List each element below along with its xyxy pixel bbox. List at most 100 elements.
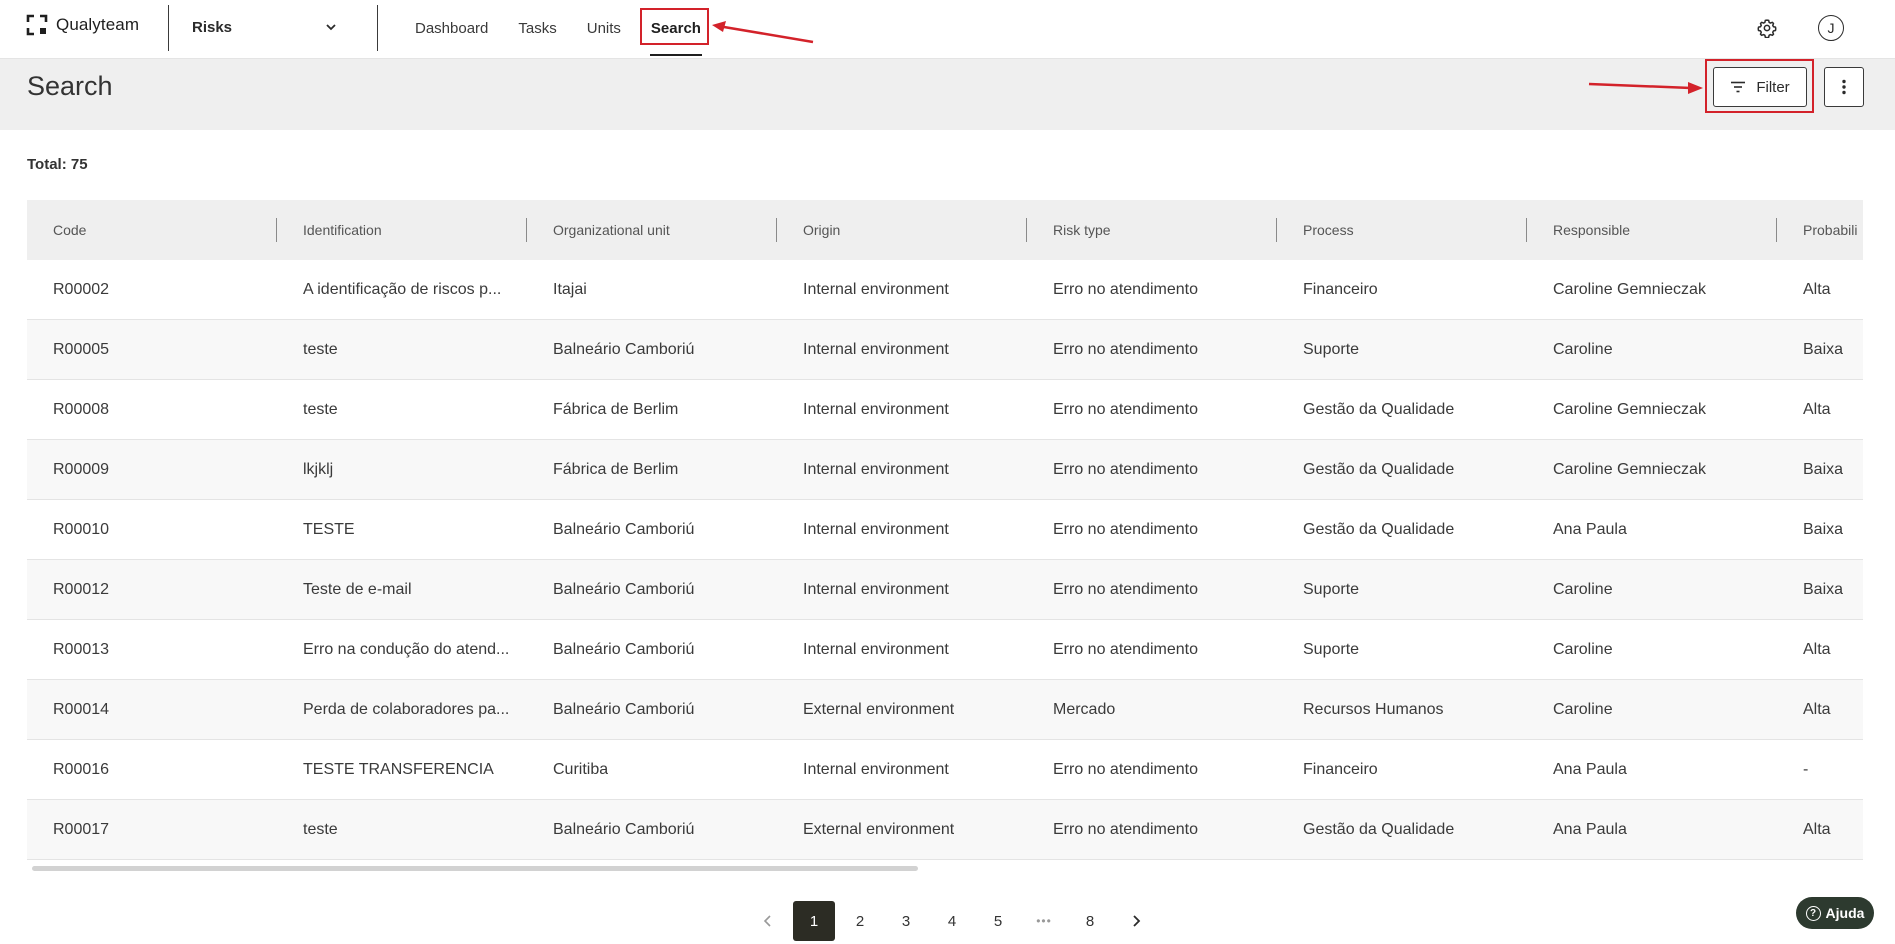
cell-process: Financeiro — [1277, 260, 1527, 320]
cell-text: Erro no atendimento — [1053, 641, 1198, 658]
nav-dashboard[interactable]: Dashboard — [400, 0, 503, 56]
page-button[interactable]: 8 — [1067, 901, 1113, 941]
cell-responsible: Caroline — [1527, 620, 1777, 680]
cell-origin: Internal environment — [777, 440, 1027, 500]
cell-responsible: Ana Paula — [1527, 500, 1777, 560]
column-header-identification[interactable]: Identification — [277, 200, 527, 260]
help-button[interactable]: ? Ajuda — [1796, 897, 1874, 929]
table-header: Code Identification Organizational unit Ori… — [27, 200, 1863, 260]
cell-text: Alta — [1803, 401, 1831, 418]
cell-text: Alta — [1803, 701, 1831, 718]
chevron-right-icon — [1133, 915, 1141, 927]
cell-process: Suporte — [1277, 620, 1527, 680]
cell-code: R00002 — [27, 260, 277, 320]
cell-code: R00012 — [27, 560, 277, 620]
page-button[interactable]: 5 — [975, 901, 1021, 941]
cell-text: Erro no atendimento — [1053, 341, 1198, 358]
risks-table: Code Identification Organizational unit Ori… — [27, 200, 1863, 865]
cell-identification: teste — [277, 380, 527, 440]
page-button[interactable]: 4 — [929, 901, 975, 941]
table-row[interactable]: R00002 A identificação de riscos p... Itaj… — [27, 260, 1863, 320]
cell-text: Caroline Gemnieczak — [1553, 281, 1706, 298]
table-row[interactable]: R00013 Erro na condução do atend... Balneá… — [27, 620, 1863, 680]
cell-text: Financeiro — [1303, 761, 1378, 778]
cell-organizational-unit: Balneário Camboriú — [527, 500, 777, 560]
qualyteam-logo-icon — [26, 14, 48, 36]
horizontal-scrollbar[interactable] — [32, 866, 918, 871]
column-header-organizational-unit[interactable]: Organizational unit — [527, 200, 777, 260]
gear-icon — [1757, 19, 1777, 38]
brand-logo[interactable]: Qualyteam — [26, 14, 139, 36]
column-header-process[interactable]: Process — [1277, 200, 1527, 260]
cell-text: teste — [303, 401, 338, 418]
table-row[interactable]: R00017 teste Balneário Camboriú External en… — [27, 800, 1863, 860]
cell-text: Alta — [1803, 281, 1831, 298]
page-button[interactable]: 3 — [883, 901, 929, 941]
column-header-origin[interactable]: Origin — [777, 200, 1027, 260]
more-vertical-icon — [1842, 79, 1846, 95]
chevron-left-icon — [763, 915, 771, 927]
cell-process: Suporte — [1277, 320, 1527, 380]
cell-text: teste — [303, 821, 338, 838]
user-menu-button[interactable]: J — [1816, 13, 1846, 43]
cell-text: TESTE — [303, 521, 355, 538]
filter-icon — [1731, 81, 1746, 93]
column-header-probability[interactable]: Probabili — [1777, 200, 1863, 260]
table-row[interactable]: R00008 teste Fábrica de Berlim Internal env… — [27, 380, 1863, 440]
page-button[interactable]: 2 — [837, 901, 883, 941]
cell-process: Financeiro — [1277, 740, 1527, 800]
cell-responsible: Caroline Gemnieczak — [1527, 260, 1777, 320]
more-options-button[interactable] — [1824, 67, 1864, 107]
cell-responsible: Caroline Gemnieczak — [1527, 380, 1777, 440]
table-row[interactable]: R00016 TESTE TRANSFERENCIA Curitiba Interna… — [27, 740, 1863, 800]
cell-process: Gestão da Qualidade — [1277, 440, 1527, 500]
cell-text: Baixa — [1803, 521, 1844, 538]
column-header-code[interactable]: Code — [27, 200, 277, 260]
cell-text: Internal environment — [803, 761, 949, 778]
table-row[interactable]: R00010 TESTE Balneário Camboriú Internal en… — [27, 500, 1863, 560]
cell-identification: teste — [277, 800, 527, 860]
page-button[interactable]: 1 — [793, 901, 835, 941]
cell-text: Internal environment — [803, 281, 949, 298]
cell-process: Suporte — [1277, 560, 1527, 620]
column-header-risk-type[interactable]: Risk type — [1027, 200, 1277, 260]
next-page-button[interactable] — [1113, 901, 1159, 941]
cell-probability: Baixa — [1777, 500, 1863, 560]
cell-text: Financeiro — [1303, 281, 1378, 298]
cell-identification: lkjklj — [277, 440, 527, 500]
cell-process: Gestão da Qualidade — [1277, 800, 1527, 860]
nav-units[interactable]: Units — [572, 0, 636, 56]
cell-text: teste — [303, 341, 338, 358]
table-row[interactable]: R00014 Perda de colaboradores pa... Balneá… — [27, 680, 1863, 740]
column-header-responsible[interactable]: Responsible — [1527, 200, 1777, 260]
cell-text: R00014 — [53, 701, 110, 718]
cell-risk-type: Erro no atendimento — [1027, 620, 1277, 680]
cell-origin: Internal environment — [777, 560, 1027, 620]
table-row[interactable]: R00005 teste Balneário Camboriú Internal en… — [27, 320, 1863, 380]
filter-button[interactable]: Filter — [1713, 67, 1807, 107]
cell-text: Caroline — [1553, 701, 1613, 718]
cell-text: Balneário Camboriú — [553, 821, 695, 838]
table-row[interactable]: R00012 Teste de e-mail Balneário Camboriú I… — [27, 560, 1863, 620]
cell-code: R00013 — [27, 620, 277, 680]
cell-identification: A identificação de riscos p... — [277, 260, 527, 320]
cell-origin: Internal environment — [777, 320, 1027, 380]
cell-origin: Internal environment — [777, 260, 1027, 320]
module-select[interactable]: Risks — [170, 0, 360, 54]
cell-text: Internal environment — [803, 401, 949, 418]
cell-text: Balneário Camboriú — [553, 341, 695, 358]
cell-text: Alta — [1803, 641, 1831, 658]
settings-button[interactable] — [1752, 13, 1782, 43]
chevron-down-icon — [326, 24, 336, 31]
cell-text: Perda de colaboradores pa... — [303, 701, 510, 718]
nav-tasks[interactable]: Tasks — [503, 0, 571, 56]
cell-risk-type: Erro no atendimento — [1027, 320, 1277, 380]
table-row[interactable]: R00009 lkjklj Fábrica de Berlim Internal en… — [27, 440, 1863, 500]
cell-responsible: Caroline — [1527, 320, 1777, 380]
cell-origin: External environment — [777, 800, 1027, 860]
cell-text: Caroline Gemnieczak — [1553, 461, 1706, 478]
cell-text: Balneário Camboriú — [553, 521, 695, 538]
cell-text: Balneário Camboriú — [553, 641, 695, 658]
prev-page-button[interactable] — [745, 901, 791, 941]
cell-probability: Alta — [1777, 800, 1863, 860]
